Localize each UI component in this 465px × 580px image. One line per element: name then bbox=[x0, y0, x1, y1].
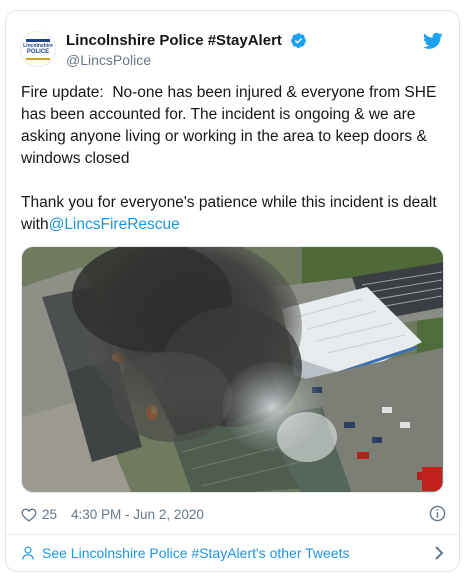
see-more-tweets-link[interactable]: See Lincolnshire Police #StayAlert's oth… bbox=[21, 542, 446, 564]
aerial-fire-photo bbox=[22, 247, 443, 492]
author-handle[interactable]: @LincsPolice bbox=[66, 52, 307, 68]
author-display-name[interactable]: Lincolnshire Police #StayAlert bbox=[66, 32, 282, 49]
chevron-right-icon bbox=[435, 546, 444, 560]
tweet-timestamp[interactable]: 4:30 PM - Jun 2, 2020 bbox=[71, 507, 204, 522]
mention-link[interactable]: @LincsFireRescue bbox=[49, 216, 180, 233]
avatar-stripe bbox=[26, 38, 50, 42]
like-count: 25 bbox=[42, 506, 58, 522]
tweet-text: Fire update: No-one has been injured & e… bbox=[21, 82, 446, 236]
twitter-bird-icon[interactable] bbox=[423, 32, 443, 50]
verified-badge-icon bbox=[291, 33, 307, 49]
tweet-footer: 25 4:30 PM - Jun 2, 2020 bbox=[21, 504, 446, 524]
author-avatar[interactable]: Lincolnshire POLICE bbox=[20, 31, 56, 67]
tweet-photo[interactable] bbox=[21, 246, 444, 493]
tweet-body: Fire update: No-one has been injured & e… bbox=[21, 84, 437, 233]
embedded-tweet-card: Lincolnshire POLICE Lincolnshire Police … bbox=[5, 10, 460, 572]
person-icon bbox=[22, 546, 34, 560]
avatar-line-2: POLICE bbox=[26, 48, 50, 55]
heart-icon[interactable] bbox=[21, 507, 37, 522]
tweet-header: Lincolnshire POLICE Lincolnshire Police … bbox=[6, 11, 459, 75]
author-info: Lincolnshire Police #StayAlert @LincsPol… bbox=[66, 32, 307, 68]
avatar-stripe-gold bbox=[26, 57, 50, 60]
info-icon[interactable] bbox=[429, 505, 446, 522]
see-more-label: See Lincolnshire Police #StayAlert's oth… bbox=[42, 545, 350, 561]
footer-divider bbox=[6, 534, 459, 535]
